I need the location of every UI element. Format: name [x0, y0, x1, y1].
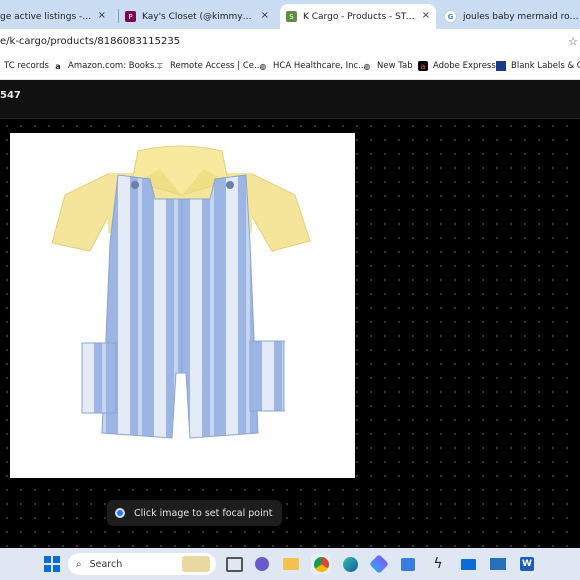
product-id-text: 547 — [0, 90, 21, 101]
bookmark-label: Blank Labels & Cust — [511, 61, 580, 71]
bookmark-label: Amazon.com: Books... — [68, 61, 163, 71]
tab-ebay[interactable]: ge active listings - eBay S × — [0, 4, 112, 29]
copilot-icon[interactable] — [369, 554, 389, 574]
store-icon[interactable] — [398, 554, 418, 574]
taskbar-search-box[interactable]: ⌕ Search — [68, 553, 216, 575]
windows-start-icon[interactable] — [42, 554, 62, 574]
tab-title: Kay's Closet (@kimmyk56) | Po — [142, 11, 252, 22]
tab-title: ge active listings - eBay S — [0, 11, 92, 22]
mail-icon[interactable] — [458, 554, 478, 574]
file-explorer-icon[interactable] — [281, 554, 301, 574]
close-icon[interactable]: × — [261, 10, 269, 21]
windows-taskbar: ⌕ Search ϟ W — [0, 548, 580, 580]
browser-tab-strip: ge active listings - eBay S × P Kay's Cl… — [0, 0, 580, 29]
amazon-icon: a — [55, 61, 61, 71]
tab-kays-closet[interactable]: P Kay's Closet (@kimmyk56) | Po × — [125, 4, 275, 29]
bookmark-hca[interactable]: ◍ HCA Healthcare, Inc... — [258, 61, 367, 71]
search-icon: ⌕ — [76, 558, 82, 570]
url-field[interactable]: e/k-cargo/products/8186083115235 — [0, 36, 180, 47]
tab-divider — [118, 9, 119, 23]
bookmark-label: Remote Access | Ce... — [170, 61, 263, 71]
globe-icon: ◍ — [363, 61, 371, 71]
shopify-favicon-icon: S — [286, 11, 297, 22]
close-icon[interactable]: × — [98, 10, 106, 21]
tab-joules-search[interactable]: G joules baby mermaid romper - — [444, 4, 580, 29]
search-label: Search — [89, 558, 123, 570]
bookmark-label: TC records — [4, 61, 49, 71]
google-favicon-icon: G — [444, 10, 457, 23]
bookmark-remote-access[interactable]: ⊤ Remote Access | Ce... — [155, 61, 263, 71]
bookmark-label: New Tab — [377, 61, 413, 71]
word-icon[interactable]: W — [517, 554, 537, 574]
bookmarks-bar: TC records a Amazon.com: Books... ⊤ Remo… — [0, 56, 580, 80]
bookmark-adobe-express[interactable]: a Adobe Express — [418, 61, 496, 71]
bookmark-label: Adobe Express — [433, 61, 496, 71]
bookmark-blank-labels[interactable]: Blank Labels & Cust — [496, 61, 580, 71]
pin-icon: ⊤ — [156, 61, 164, 71]
edge-icon[interactable] — [340, 554, 360, 574]
poshmark-favicon-icon: P — [125, 11, 136, 22]
close-icon[interactable]: × — [422, 10, 430, 21]
task-view-icon[interactable] — [224, 554, 244, 574]
bookmark-star-icon[interactable]: ☆ — [568, 35, 578, 48]
globe-icon: ◍ — [259, 61, 267, 71]
address-bar: e/k-cargo/products/8186083115235 ☆ — [0, 29, 580, 56]
amex-icon[interactable] — [488, 554, 508, 574]
focal-point-hint[interactable]: Click image to set focal point — [107, 500, 283, 526]
bookmark-new-tab[interactable]: ◍ New Tab — [362, 61, 413, 71]
teams-chat-icon[interactable] — [252, 554, 272, 574]
adobe-express-icon: a — [418, 61, 428, 71]
tab-k-cargo[interactable]: S K Cargo - Products - STARTING × — [280, 4, 436, 29]
romper-illustration — [51, 145, 311, 439]
chrome-icon[interactable] — [311, 554, 331, 574]
tab-title: joules baby mermaid romper - — [463, 11, 580, 22]
lightning-app-icon[interactable]: ϟ — [428, 554, 448, 574]
blank-labels-icon — [496, 61, 506, 71]
bookmark-tc-records[interactable]: TC records — [4, 61, 49, 71]
product-image[interactable] — [10, 133, 355, 478]
radio-dot-icon — [115, 508, 125, 518]
bookmark-amazon[interactable]: a Amazon.com: Books... — [53, 61, 162, 71]
image-editor-canvas: Click image to set focal point — [0, 119, 580, 548]
bookmark-label: HCA Healthcare, Inc... — [273, 61, 367, 71]
page-header: 547 — [0, 80, 580, 119]
focal-point-label: Click image to set focal point — [134, 507, 273, 519]
tab-title: K Cargo - Products - STARTING — [303, 11, 419, 22]
search-highlight-icon — [182, 556, 210, 572]
